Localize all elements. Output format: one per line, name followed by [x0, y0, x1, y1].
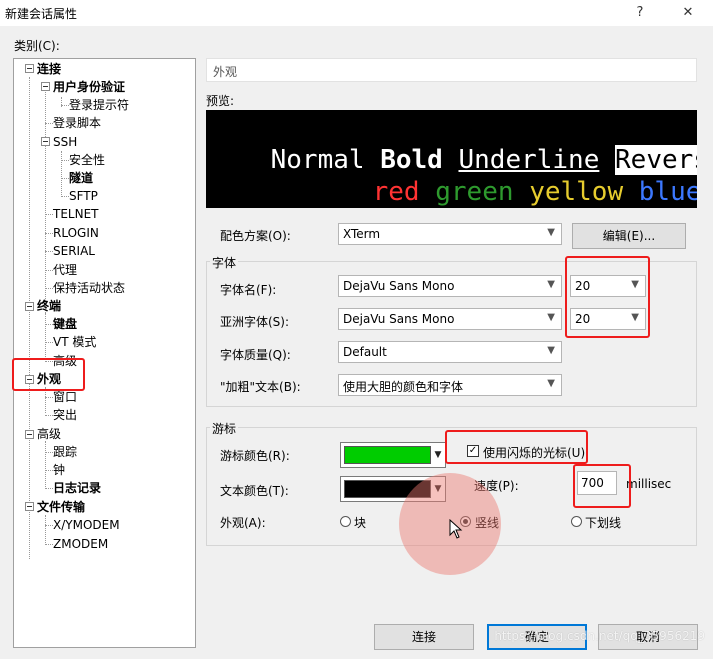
category-label: 类别(C): — [14, 39, 60, 53]
scheme-value: XTerm — [343, 227, 381, 241]
tree-item-vt-modes[interactable]: VT 模式 — [53, 335, 96, 349]
collapse-icon[interactable] — [25, 302, 34, 311]
tree-item-login-scripts[interactable]: 登录脚本 — [53, 116, 101, 130]
chevron-down-icon: ▼ — [547, 227, 555, 238]
tree-item-ssh[interactable]: SSH — [53, 135, 77, 149]
tree-item-serial[interactable]: SERIAL — [53, 244, 95, 258]
tree-item-security[interactable]: 安全性 — [69, 153, 105, 167]
tree-item-telnet[interactable]: TELNET — [53, 207, 99, 221]
tree-item-trace[interactable]: 跟踪 — [53, 445, 77, 459]
tree-item-keyboard[interactable]: 键盘 — [53, 317, 77, 331]
edit-scheme-button[interactable]: 编辑(E)... — [572, 223, 686, 249]
tree-item-keepalive[interactable]: 保持活动状态 — [53, 281, 125, 295]
window-title: 新建会话属性 — [5, 7, 78, 21]
tree-item-bell[interactable]: 钟 — [53, 463, 65, 477]
chevron-down-icon: ▼ — [547, 279, 555, 290]
tree-item-highlight[interactable]: 突出 — [53, 408, 77, 422]
radio-block[interactable] — [340, 516, 351, 527]
collapse-icon[interactable] — [41, 137, 50, 146]
quality-label: 字体质量(Q): — [220, 348, 291, 362]
collapse-icon[interactable] — [25, 430, 34, 439]
collapse-icon[interactable] — [25, 502, 34, 511]
connect-button[interactable]: 连接 — [374, 624, 474, 650]
tree-item-xymodem[interactable]: X/YMODEM — [53, 518, 120, 532]
scheme-label: 配色方案(O): — [220, 229, 291, 243]
chevron-down-icon: ▼ — [547, 378, 555, 389]
radio-underline[interactable] — [571, 516, 582, 527]
mouse-cursor-icon — [449, 519, 463, 539]
collapse-icon[interactable] — [25, 64, 34, 73]
tree-item-zmodem[interactable]: ZMODEM — [53, 537, 108, 551]
collapse-icon[interactable] — [41, 82, 50, 91]
tree-item-rlogin[interactable]: RLOGIN — [53, 226, 99, 240]
highlight-blink — [445, 430, 588, 464]
category-tree[interactable]: 连接 用户身份验证 登录提示符 登录脚本 SSH 安全性 隧道 SFTP TEL… — [13, 58, 196, 648]
chevron-down-icon: ▼ — [547, 312, 555, 323]
preview-area: Normal Bold Underline Reversed red green… — [206, 110, 697, 208]
asian-font-select[interactable]: DejaVu Sans Mono ▼ — [338, 308, 562, 330]
highlight-speed — [573, 464, 631, 508]
tree-item-tunneling[interactable]: 隧道 — [69, 171, 93, 185]
tree-item-login-prompts[interactable]: 登录提示符 — [69, 98, 129, 112]
bold-text-select[interactable]: 使用大胆的颜色和字体 ▼ — [338, 374, 562, 396]
appearance-label: 外观(A): — [220, 516, 266, 530]
highlight-appearance — [12, 358, 85, 391]
tree-item-auth[interactable]: 用户身份验证 — [53, 80, 125, 94]
text-color-label: 文本颜色(T): — [220, 484, 289, 498]
tree-item-file-transfer[interactable]: 文件传输 — [37, 500, 85, 514]
font-group-title: 字体 — [210, 254, 239, 271]
font-name-label: 字体名(F): — [220, 283, 277, 297]
tree-item-logging[interactable]: 日志记录 — [53, 481, 101, 495]
cursor-color-picker[interactable]: ▼ — [340, 442, 446, 468]
cursor-group-title: 游标 — [210, 420, 239, 437]
tree-item-terminal[interactable]: 终端 — [37, 299, 61, 313]
tree-item-window[interactable]: 窗口 — [53, 390, 77, 404]
tree-item-connection[interactable]: 连接 — [37, 62, 61, 76]
tree-item-proxy[interactable]: 代理 — [53, 263, 77, 277]
speed-unit: millisec — [626, 477, 672, 491]
title-bar: 新建会话属性 ? ✕ — [0, 0, 713, 26]
section-header: 外观 — [206, 58, 697, 82]
font-name-select[interactable]: DejaVu Sans Mono ▼ — [338, 275, 562, 297]
scheme-select[interactable]: XTerm ▼ — [338, 223, 562, 245]
chevron-down-icon: ▼ — [434, 450, 442, 460]
radio-block-label[interactable]: 块 — [354, 514, 366, 531]
bold-text-label: "加粗"文本(B): — [220, 380, 301, 394]
highlight-font-size — [565, 256, 650, 338]
cursor-color-label: 游标颜色(R): — [220, 449, 290, 463]
tree-item-sftp[interactable]: SFTP — [69, 189, 98, 203]
preview-label: 预览: — [206, 94, 235, 108]
section-title: 外观 — [213, 65, 238, 79]
radio-underline-label[interactable]: 下划线 — [585, 514, 621, 531]
help-button[interactable]: ? — [626, 3, 654, 23]
asian-font-label: 亚洲字体(S): — [220, 315, 290, 329]
tree-item-advanced[interactable]: 高级 — [37, 427, 61, 441]
watermark: https://blog.csdn.net/qq_35956219 — [494, 629, 705, 643]
chevron-down-icon: ▼ — [547, 345, 555, 356]
quality-select[interactable]: Default ▼ — [338, 341, 562, 363]
close-icon[interactable]: ✕ — [674, 3, 702, 23]
